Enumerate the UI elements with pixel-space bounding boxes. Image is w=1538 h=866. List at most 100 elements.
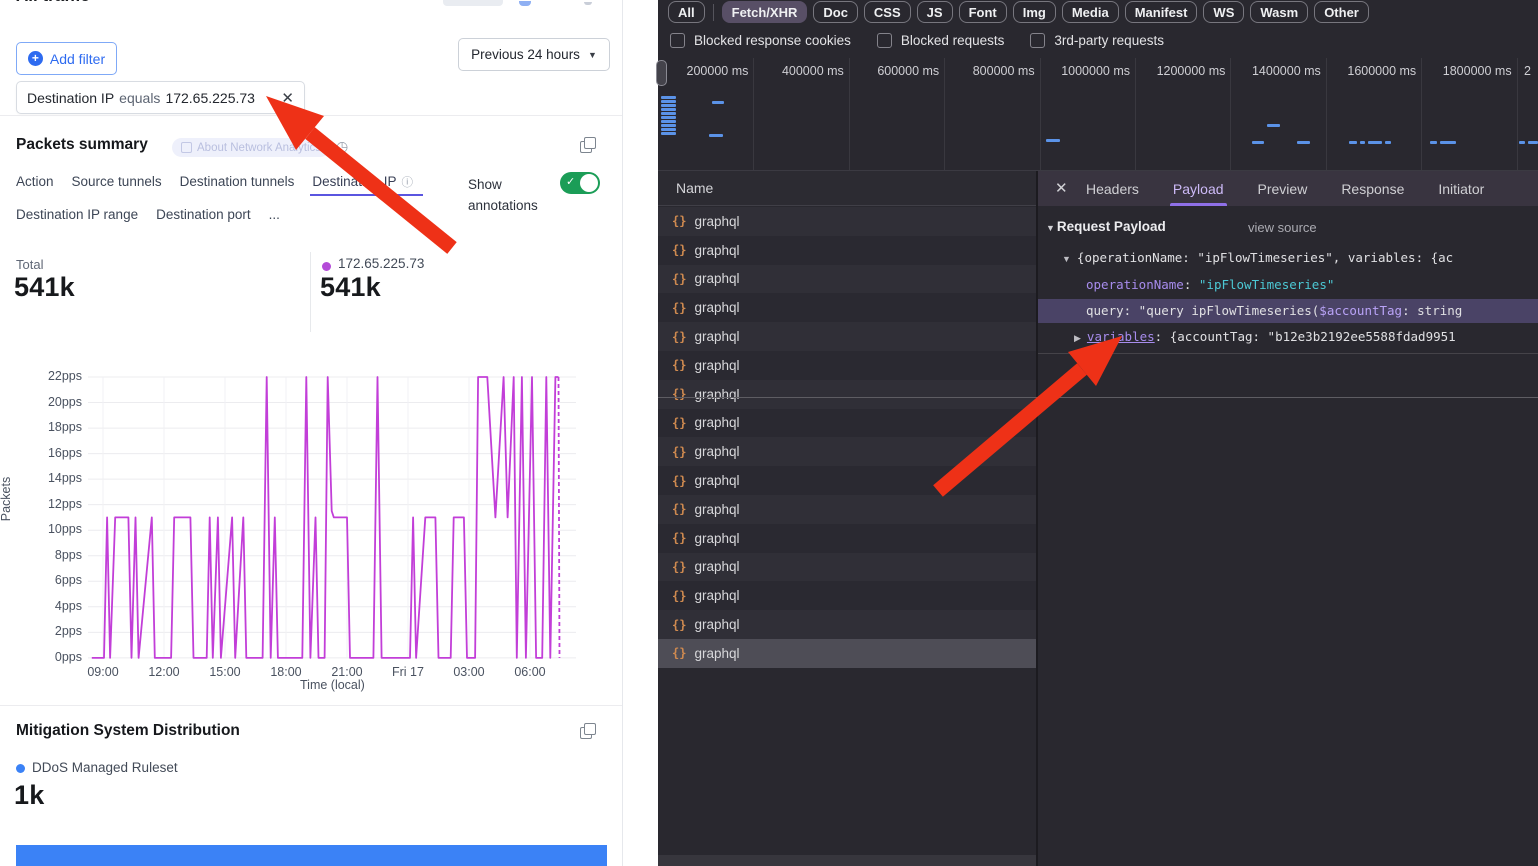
- network-request-row[interactable]: {}graphql: [658, 524, 1036, 553]
- tab-destination-ip-range[interactable]: Destination IP range: [16, 207, 138, 222]
- view-source-link[interactable]: view source: [1248, 220, 1317, 235]
- network-request-row[interactable]: {} graphql: [658, 581, 1036, 610]
- json-braces-icon: {}: [672, 387, 686, 401]
- waterfall-bar: [1519, 141, 1525, 144]
- details-tab-preview[interactable]: Preview: [1258, 171, 1308, 206]
- filter-chip-operator: equals: [119, 90, 160, 106]
- screenshot-root: All traffic + Add filter Previous 24 hou…: [0, 0, 1538, 866]
- network-request-row[interactable]: {}graphql: [658, 437, 1036, 466]
- filter-pill-wasm[interactable]: Wasm: [1250, 1, 1308, 23]
- filter-pill-all[interactable]: All: [668, 1, 705, 23]
- x-tick-label: 03:00: [441, 665, 497, 679]
- y-tick-label: 18pps: [36, 420, 82, 434]
- y-tick-label: 2pps: [36, 624, 82, 638]
- filter-pill-css[interactable]: CSS: [864, 1, 911, 23]
- filter-pill-media[interactable]: Media: [1062, 1, 1119, 23]
- time-range-dropdown[interactable]: Previous 24 hours ▼: [458, 38, 610, 71]
- dimension-tabs-row-1: Action Source tunnels Destination tunnels D…: [16, 174, 413, 190]
- payload-preview-line[interactable]: ▼{operationName: "ipFlowTimeseries", var…: [1062, 249, 1538, 267]
- name-column-header[interactable]: Name: [658, 171, 1036, 206]
- request-payload-section-header[interactable]: ▼Request Payload: [1046, 219, 1166, 234]
- network-request-row[interactable]: {}graphql: [658, 207, 1036, 236]
- tab-action[interactable]: Action: [16, 174, 54, 190]
- request-name: graphql: [694, 559, 739, 574]
- request-details-pane: Headers Payload Preview Response Initiator ✕…: [1038, 171, 1538, 866]
- checkbox-3rd-party-requests[interactable]: 3rd-party requests: [1030, 33, 1164, 48]
- json-braces-icon: {}: [672, 589, 686, 603]
- checkbox-label: Blocked response cookies: [694, 33, 851, 48]
- tab-destination-ip[interactable]: Destination IPⓘ: [312, 174, 413, 190]
- details-tab-response[interactable]: Response: [1341, 171, 1404, 206]
- network-request-row[interactable]: {}graphql: [658, 639, 1036, 668]
- filter-pill-doc[interactable]: Doc: [813, 1, 858, 23]
- network-request-row[interactable]: {}graphql: [658, 610, 1036, 639]
- tab-source-tunnels[interactable]: Source tunnels: [72, 174, 162, 190]
- divider: [310, 252, 311, 332]
- mitigation-value: 1k: [14, 780, 44, 811]
- history-clock-icon[interactable]: ◷: [336, 138, 348, 155]
- add-filter-button[interactable]: + Add filter: [16, 42, 117, 75]
- close-icon[interactable]: ✕: [1055, 179, 1068, 197]
- remove-filter-icon[interactable]: ✕: [281, 89, 294, 107]
- popout-icon[interactable]: [580, 137, 597, 154]
- show-annotations-toggle[interactable]: ✓: [560, 172, 600, 194]
- network-request-row[interactable]: {}graphql: [658, 293, 1036, 322]
- filter-pill-font[interactable]: Font: [959, 1, 1007, 23]
- divider: [0, 705, 622, 706]
- network-request-row[interactable]: {}graphql: [658, 236, 1036, 265]
- network-request-row[interactable]: {}graphql: [658, 322, 1036, 351]
- payload-query-row[interactable]: query: "query ipFlowTimeseries($accountT…: [1086, 302, 1538, 320]
- request-rows: {} graphql {} graphql {} graphql {} graphql {} gr…: [658, 207, 1036, 668]
- network-request-row[interactable]: {}graphql: [658, 553, 1036, 582]
- checkbox-blocked-response-cookies[interactable]: Blocked response cookies: [670, 33, 851, 48]
- filter-pill-manifest[interactable]: Manifest: [1125, 1, 1198, 23]
- tab-destination-port[interactable]: Destination port: [156, 207, 251, 222]
- network-request-row[interactable]: {}graphql: [658, 265, 1036, 294]
- filter-chip[interactable]: Destination IP equals 172.65.225.73 ✕: [16, 81, 305, 114]
- details-tab-headers[interactable]: Headers: [1086, 171, 1139, 206]
- popout-icon[interactable]: [580, 723, 597, 740]
- x-tick-label: 09:00: [75, 665, 131, 679]
- about-network-analytics-badge[interactable]: About Network Analytics: [172, 138, 330, 157]
- tab-label: Destination IP range: [16, 207, 138, 222]
- mitigation-legend-dot: [16, 764, 25, 773]
- waterfall-bar: [709, 134, 723, 137]
- y-tick-label: 22pps: [36, 369, 82, 383]
- request-name: graphql: [694, 588, 739, 603]
- y-tick-label: 8pps: [36, 548, 82, 562]
- waterfall-bar: [1252, 141, 1264, 144]
- network-request-row[interactable]: {}graphql: [658, 466, 1036, 495]
- request-name: graphql: [694, 444, 739, 459]
- waterfall-bar: [1360, 141, 1365, 144]
- waterfall-bar: [1440, 141, 1456, 144]
- tab-destination-tunnels[interactable]: Destination tunnels: [180, 174, 295, 190]
- network-request-row[interactable]: {}graphql: [658, 380, 1036, 409]
- network-request-row[interactable]: {}graphql: [658, 495, 1036, 524]
- payload-variables-row[interactable]: ▶variables: {accountTag: "b12e3b2192ee55…: [1074, 328, 1538, 346]
- waterfall-bar: [661, 104, 676, 107]
- waterfall-bar: [1528, 141, 1538, 144]
- payload-operation-name-row[interactable]: operationName: "ipFlowTimeseries": [1086, 276, 1538, 294]
- filter-pill-img[interactable]: Img: [1013, 1, 1056, 23]
- waterfall-bar: [1368, 141, 1382, 144]
- json-braces-icon: {}: [672, 416, 686, 430]
- request-name: graphql: [694, 617, 739, 632]
- ruler-tick-label: 200000 ms: [658, 64, 748, 78]
- json-braces-icon: {}: [672, 243, 686, 257]
- checkbox-box: [877, 33, 892, 48]
- details-tab-payload[interactable]: Payload: [1173, 171, 1224, 206]
- details-tab-initiator[interactable]: Initiator: [1438, 171, 1484, 206]
- book-icon: [181, 142, 192, 153]
- filter-pill-other[interactable]: Other: [1314, 1, 1369, 23]
- request-name: graphql: [694, 300, 739, 315]
- filter-pill-fetch-xhr[interactable]: Fetch/XHR: [722, 1, 808, 23]
- tab--[interactable]: ...: [269, 207, 280, 222]
- json-braces-icon: {}: [672, 214, 686, 228]
- request-name: graphql: [694, 271, 739, 286]
- filter-pill-js[interactable]: JS: [917, 1, 953, 23]
- network-overview-timeline[interactable]: 200000 ms400000 ms600000 ms800000 ms1000…: [658, 58, 1538, 171]
- filter-pill-ws[interactable]: WS: [1203, 1, 1244, 23]
- network-request-row[interactable]: {}graphql: [658, 409, 1036, 438]
- network-request-row[interactable]: {}graphql: [658, 351, 1036, 380]
- checkbox-blocked-requests[interactable]: Blocked requests: [877, 33, 1005, 48]
